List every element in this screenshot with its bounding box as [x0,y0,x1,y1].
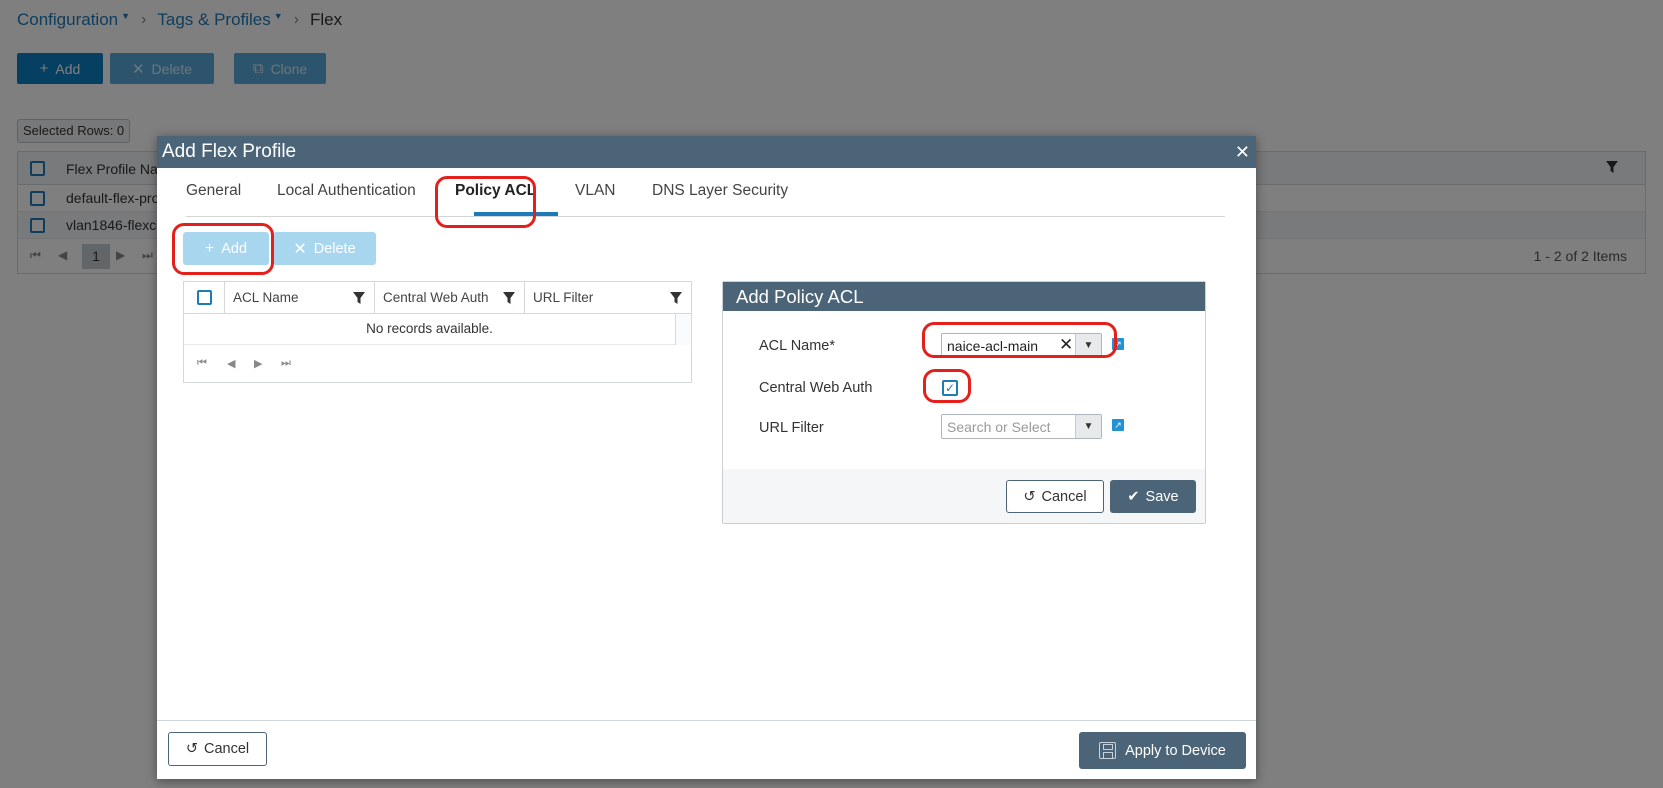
acl-name-select[interactable]: naice-acl-main ✕ ▼ [941,333,1102,358]
url-filter-label: URL Filter [759,420,824,436]
add-policy-acl-button[interactable]: + Add [183,232,269,265]
column-header-acl-name[interactable]: ACL Name [224,282,374,314]
policy-acl-toolbar: + Add ✕ Delete [183,232,376,265]
undo-icon: ↺ [185,741,198,757]
chevron-down-icon[interactable]: ▼ [1075,415,1101,438]
external-link-icon[interactable]: ↗ [1112,419,1124,431]
filter-icon[interactable] [669,291,683,305]
acl-grid-header: ACL Name Central Web Auth URL Filter [184,282,691,314]
select-all-checkbox[interactable] [197,290,212,305]
column-header-url-filter[interactable]: URL Filter [524,282,691,314]
tab-policy-acl[interactable]: Policy ACL [455,182,536,200]
tab-local-authentication[interactable]: Local Authentication [277,182,416,200]
empty-row: No records available. [184,314,691,345]
dialog-header: Add Flex Profile ✕ [157,136,1256,168]
policy-panel-footer: ↺ Cancel ✔ Save [723,469,1205,523]
url-filter-placeholder: Search or Select [947,419,1051,435]
dialog-footer: ↺ Cancel Apply to Device [157,720,1256,779]
add-policy-acl-label: Add [221,240,248,257]
url-filter-select[interactable]: Search or Select ▼ [941,414,1102,439]
plus-icon: + [204,239,215,257]
filter-icon[interactable] [352,291,366,305]
add-policy-acl-panel: Add Policy ACL ACL Name* naice-acl-main … [722,281,1206,524]
dialog-cancel-button[interactable]: ↺ Cancel [168,732,267,766]
dialog-title: Add Flex Profile [162,141,297,162]
external-link-icon[interactable]: ↗ [1112,338,1124,350]
tab-vlan[interactable]: VLAN [575,182,616,200]
close-icon[interactable]: ✕ [1235,142,1250,163]
apply-to-device-button[interactable]: Apply to Device [1079,732,1246,769]
active-tab-indicator [474,212,558,216]
dialog-tabs: General Local Authentication Policy ACL … [186,168,1225,217]
column-label: ACL Name [233,290,299,305]
central-web-auth-label: Central Web Auth [759,380,873,396]
dialog-cancel-label: Cancel [204,741,250,757]
column-label: Central Web Auth [383,290,489,305]
column-label: URL Filter [533,290,594,305]
delete-policy-acl-button[interactable]: ✕ Delete [273,232,376,265]
acl-name-label: ACL Name* [759,338,836,354]
undo-icon: ↺ [1023,488,1036,505]
policy-acl-grid: ACL Name Central Web Auth URL Filter No … [183,281,692,383]
chevron-down-icon[interactable]: ▼ [1075,334,1101,357]
tab-general[interactable]: General [186,182,241,200]
acl-name-value: naice-acl-main [947,338,1039,354]
policy-save-button[interactable]: ✔ Save [1110,480,1196,513]
prev-page-icon[interactable]: ◀ [227,357,235,370]
delete-policy-acl-label: Delete [313,240,356,257]
no-records-message: No records available. [366,321,493,336]
vertical-scrollbar[interactable] [675,314,691,345]
column-header-central-web-auth[interactable]: Central Web Auth [374,282,524,314]
add-flex-profile-dialog: Add Flex Profile ✕ General Local Authent… [157,136,1256,779]
central-web-auth-checkbox[interactable]: ✓ [942,380,958,396]
apply-to-device-label: Apply to Device [1125,742,1226,759]
save-disk-icon [1099,742,1117,759]
next-page-icon[interactable]: ▶ [254,357,262,370]
x-icon: ✕ [293,240,307,258]
first-page-icon[interactable]: ⏮ [197,357,207,370]
policy-save-label: Save [1145,488,1179,505]
policy-cancel-button[interactable]: ↺ Cancel [1006,480,1104,513]
acl-grid-pager: ⏮ ◀ ▶ ⏭ [184,345,691,382]
filter-icon[interactable] [502,291,516,305]
clear-icon[interactable]: ✕ [1059,335,1073,355]
last-page-icon[interactable]: ⏭ [281,357,291,370]
policy-panel-title: Add Policy ACL [723,282,1205,311]
policy-cancel-label: Cancel [1041,488,1087,505]
check-icon: ✔ [1127,488,1140,505]
tab-dns-layer-security[interactable]: DNS Layer Security [652,182,788,200]
